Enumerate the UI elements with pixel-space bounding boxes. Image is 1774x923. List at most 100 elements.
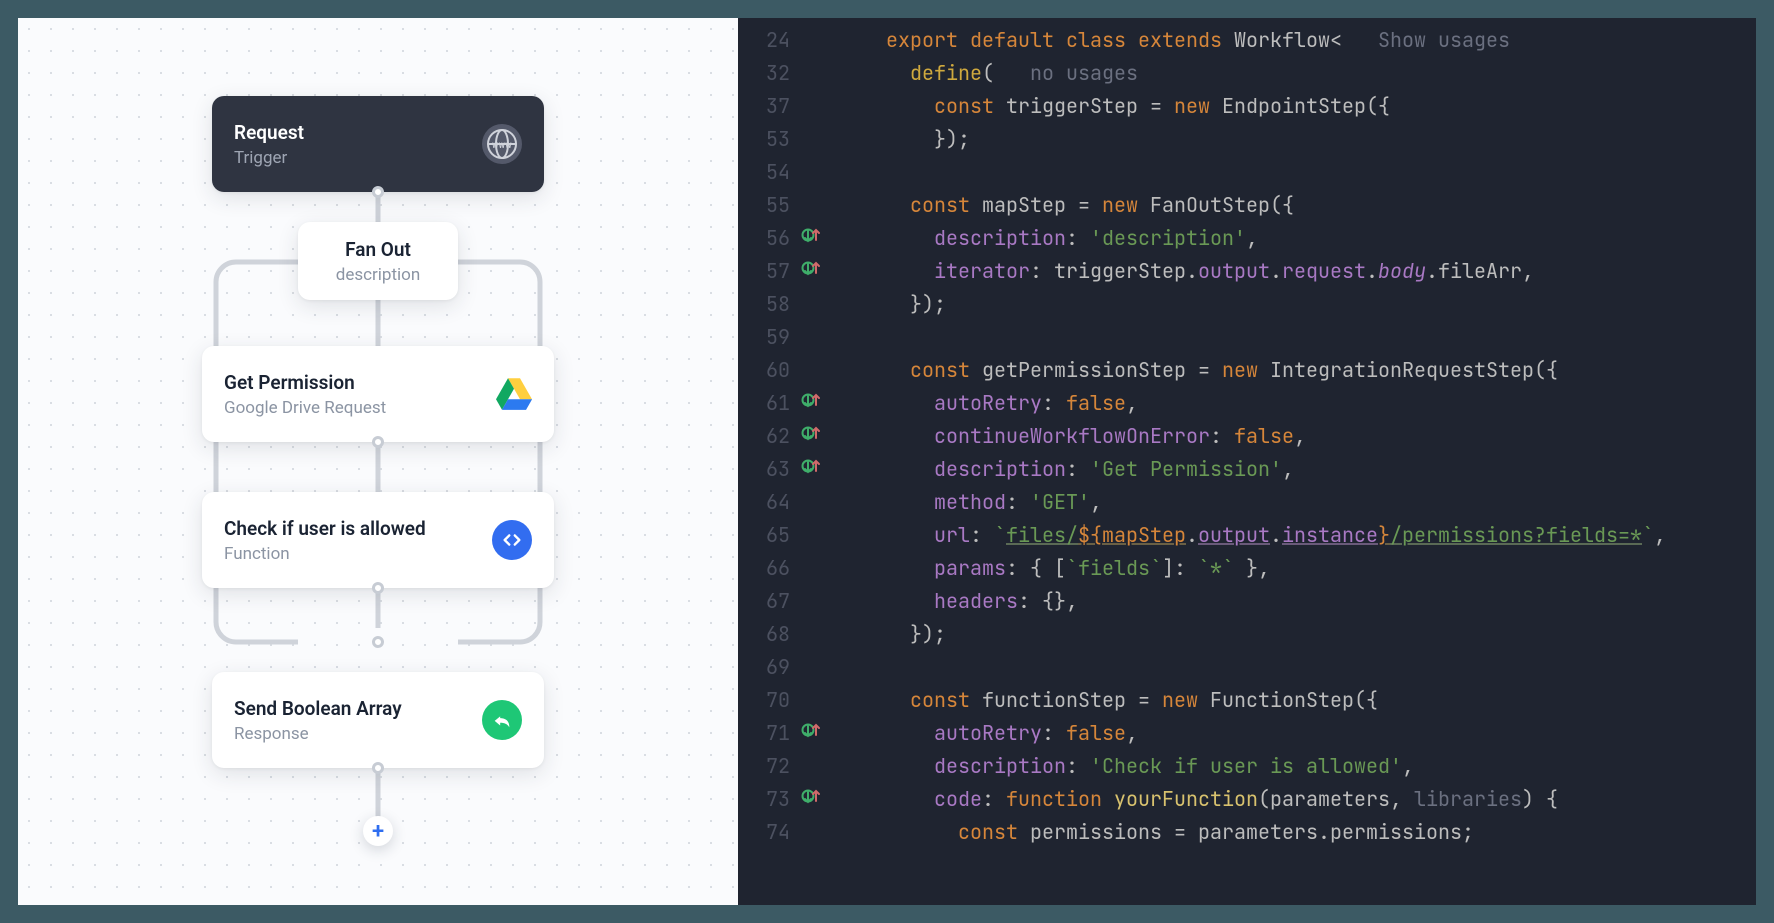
code-line[interactable]: 74 const permissions = parameters.permis… — [738, 816, 1756, 849]
line-number: 37 — [738, 90, 800, 123]
line-number: 63 — [738, 453, 800, 486]
google-drive-icon — [496, 378, 532, 410]
node-request-trigger[interactable]: Request Trigger WWW — [212, 96, 544, 192]
line-number: 60 — [738, 354, 800, 387]
code-line[interactable]: 61 autoRetry: false, — [738, 387, 1756, 420]
connection-dot — [372, 582, 384, 594]
code-content[interactable]: const triggerStep = new EndpointStep({ — [834, 90, 1756, 123]
line-number: 62 — [738, 420, 800, 453]
line-number: 64 — [738, 486, 800, 519]
gutter — [800, 453, 834, 486]
code-content[interactable]: }); — [834, 618, 1756, 651]
line-number: 53 — [738, 123, 800, 156]
line-number: 58 — [738, 288, 800, 321]
line-number: 57 — [738, 255, 800, 288]
add-step-button[interactable]: + — [363, 816, 393, 846]
gutter — [800, 222, 834, 255]
code-content[interactable]: url: `files/${mapStep.output.instance}/p… — [834, 519, 1756, 552]
code-line[interactable]: 60 const getPermissionStep = new Integra… — [738, 354, 1756, 387]
node-fan-out[interactable]: Fan Out description — [298, 222, 458, 300]
gutter — [800, 255, 834, 288]
code-line[interactable]: 32 define( no usages — [738, 57, 1756, 90]
code-content[interactable]: const mapStep = new FanOutStep({ — [834, 189, 1756, 222]
code-content[interactable]: }); — [834, 288, 1756, 321]
connection-dot — [372, 436, 384, 448]
code-line[interactable]: 54 — [738, 156, 1756, 189]
reply-icon — [482, 700, 522, 740]
code-line[interactable]: 66 params: { [`fields`]: `*` }, — [738, 552, 1756, 585]
reorder-hint-icon — [800, 719, 822, 741]
node-send-boolean-array[interactable]: Send Boolean Array Response — [212, 672, 544, 768]
code-line[interactable]: 65 url: `files/${mapStep.output.instance… — [738, 519, 1756, 552]
reorder-hint-icon — [800, 257, 822, 279]
node-subtitle: Function — [224, 544, 426, 564]
code-content[interactable]: }); — [834, 123, 1756, 156]
code-line[interactable]: 58 }); — [738, 288, 1756, 321]
line-number: 56 — [738, 222, 800, 255]
node-get-permission[interactable]: Get Permission Google Drive Request — [202, 346, 554, 442]
code-line[interactable]: 53 }); — [738, 123, 1756, 156]
line-number: 69 — [738, 651, 800, 684]
code-content[interactable]: description: 'Get Permission', — [834, 453, 1756, 486]
code-line[interactable]: 55 const mapStep = new FanOutStep({ — [738, 189, 1756, 222]
reorder-hint-icon — [800, 422, 822, 444]
code-content[interactable]: const functionStep = new FunctionStep({ — [834, 684, 1756, 717]
line-number: 73 — [738, 783, 800, 816]
code-content[interactable]: define( no usages — [834, 57, 1756, 90]
node-subtitle: description — [336, 265, 421, 285]
code-content[interactable]: method: 'GET', — [834, 486, 1756, 519]
line-number: 24 — [738, 24, 800, 57]
code-line[interactable]: 56 description: 'description', — [738, 222, 1756, 255]
code-content[interactable]: const getPermissionStep = new Integratio… — [834, 354, 1756, 387]
code-line[interactable]: 72 description: 'Check if user is allowe… — [738, 750, 1756, 783]
reorder-hint-icon — [800, 389, 822, 411]
line-number: 72 — [738, 750, 800, 783]
code-content[interactable]: autoRetry: false, — [834, 717, 1756, 750]
line-number: 68 — [738, 618, 800, 651]
line-number: 67 — [738, 585, 800, 618]
code-line[interactable]: 59 — [738, 321, 1756, 354]
code-line[interactable]: 37 const triggerStep = new EndpointStep(… — [738, 90, 1756, 123]
gutter — [800, 420, 834, 453]
code-line[interactable]: 24 export default class extends Workflow… — [738, 24, 1756, 57]
code-line[interactable]: 63 description: 'Get Permission', — [738, 453, 1756, 486]
code-line[interactable]: 70 const functionStep = new FunctionStep… — [738, 684, 1756, 717]
code-line[interactable]: 68 }); — [738, 618, 1756, 651]
code-content[interactable]: description: 'description', — [834, 222, 1756, 255]
code-content[interactable]: code: function yourFunction(parameters, … — [834, 783, 1756, 816]
gutter — [800, 717, 834, 750]
line-number: 32 — [738, 57, 800, 90]
line-number: 55 — [738, 189, 800, 222]
line-number: 74 — [738, 816, 800, 849]
connection-dot — [372, 762, 384, 774]
node-title: Send Boolean Array — [234, 696, 402, 722]
code-line[interactable]: 57 iterator: triggerStep.output.request.… — [738, 255, 1756, 288]
code-line[interactable]: 71 autoRetry: false, — [738, 717, 1756, 750]
www-icon: WWW — [482, 124, 522, 164]
code-content[interactable]: continueWorkflowOnError: false, — [834, 420, 1756, 453]
code-content[interactable]: iterator: triggerStep.output.request.bod… — [834, 255, 1756, 288]
code-content[interactable]: export default class extends Workflow< S… — [834, 24, 1756, 57]
code-editor[interactable]: 24 export default class extends Workflow… — [738, 18, 1756, 905]
workflow-canvas[interactable]: Request Trigger WWW Fan Out description … — [18, 18, 738, 905]
node-title: Request — [234, 120, 304, 146]
code-content[interactable]: params: { [`fields`]: `*` }, — [834, 552, 1756, 585]
code-content[interactable]: description: 'Check if user is allowed', — [834, 750, 1756, 783]
gutter — [800, 387, 834, 420]
line-number: 66 — [738, 552, 800, 585]
node-title: Get Permission — [224, 370, 386, 396]
code-content[interactable]: autoRetry: false, — [834, 387, 1756, 420]
code-content[interactable]: const permissions = parameters.permissio… — [834, 816, 1756, 849]
reorder-hint-icon — [800, 455, 822, 477]
code-content[interactable]: headers: {}, — [834, 585, 1756, 618]
code-line[interactable]: 73 code: function yourFunction(parameter… — [738, 783, 1756, 816]
code-line[interactable]: 69 — [738, 651, 1756, 684]
code-line[interactable]: 62 continueWorkflowOnError: false, — [738, 420, 1756, 453]
node-check-user-allowed[interactable]: Check if user is allowed Function — [202, 492, 554, 588]
node-subtitle: Response — [234, 724, 402, 744]
code-line[interactable]: 67 headers: {}, — [738, 585, 1756, 618]
svg-text:WWW: WWW — [492, 142, 512, 150]
code-line[interactable]: 64 method: 'GET', — [738, 486, 1756, 519]
plus-icon: + — [372, 819, 384, 844]
reorder-hint-icon — [800, 224, 822, 246]
